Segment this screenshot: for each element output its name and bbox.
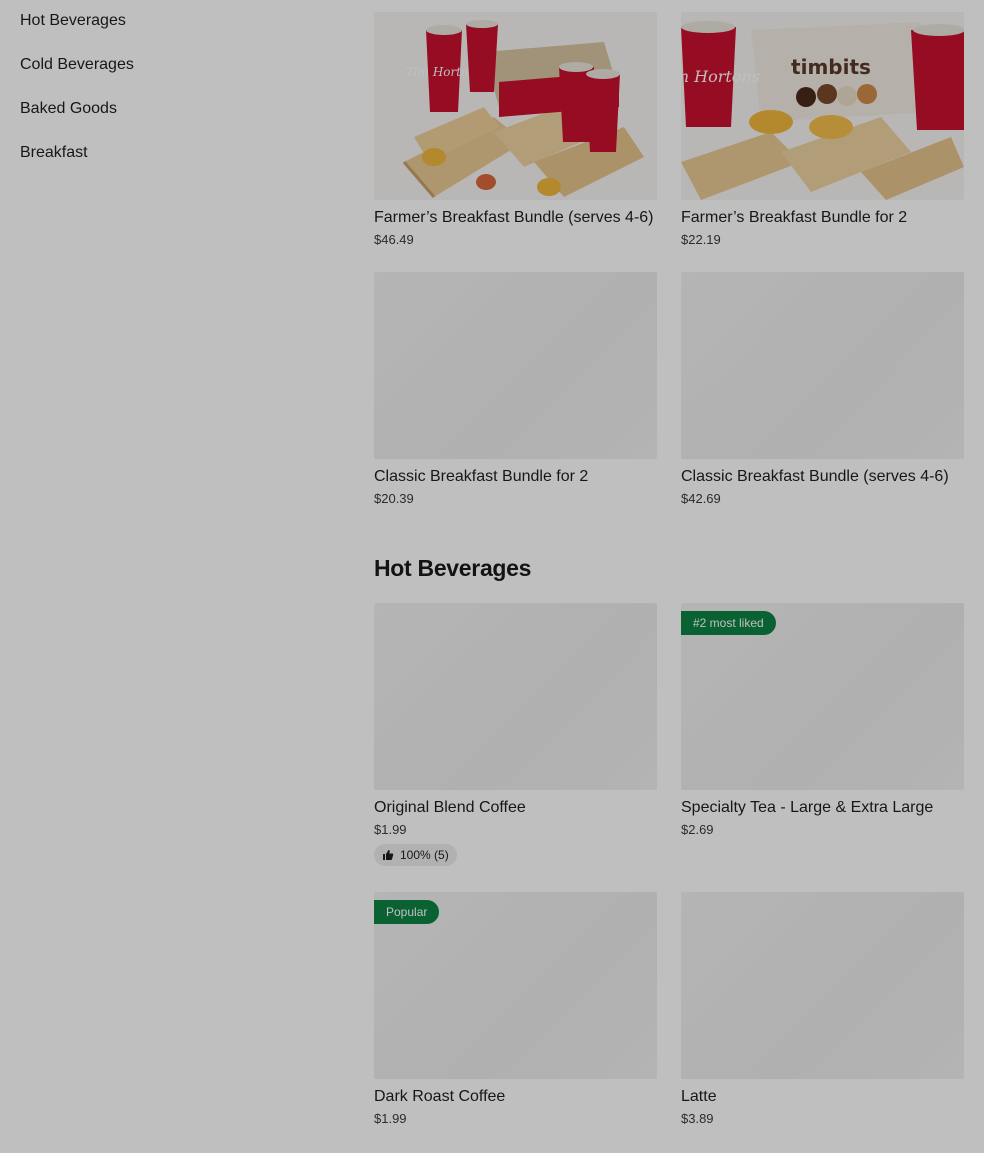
category-sidebar: Hot Beverages Cold Beverages Baked Goods… <box>0 0 340 176</box>
item-name: Classic Breakfast Bundle (serves 4-6) <box>681 468 949 485</box>
section-title: Hot Beverages <box>374 555 532 581</box>
rating-text: 100% (5) <box>400 848 449 862</box>
item-name: Farmer’s Breakfast Bundle for 2 <box>681 209 908 226</box>
item-price: $3.89 <box>681 1111 714 1126</box>
item-price: $1.99 <box>374 822 407 837</box>
item-name: Farmer’s Breakfast Bundle (serves 4-6) <box>374 209 654 226</box>
menu-item-card[interactable]: timbits Tim Hortons <box>681 12 964 248</box>
menu-item-card[interactable]: Original Blend Coffee $1.99 100% (5) <box>374 603 657 866</box>
sidebar-item-cold-beverages[interactable]: Cold Beverages <box>0 44 340 88</box>
item-price: $1.99 <box>374 1111 407 1126</box>
most-liked-badge: #2 most liked <box>681 611 776 635</box>
rating-pill: 100% (5) <box>374 844 457 866</box>
thumbs-up-icon <box>383 850 394 860</box>
menu-item-card[interactable]: #2 most liked Specialty Tea - Large & Ex… <box>681 603 964 866</box>
hot-beverages-grid: Original Blend Coffee $1.99 100% (5) #2 … <box>374 603 964 1127</box>
item-image: timbits Tim Hortons <box>681 12 964 200</box>
sidebar-item-hot-beverages[interactable]: Hot Beverages <box>0 0 340 44</box>
sidebar-item-baked-goods[interactable]: Baked Goods <box>0 88 340 132</box>
menu-item-card[interactable]: Classic Breakfast Bundle for 2 $20.39 <box>374 272 657 507</box>
menu-content: Tim Hortons Farmer’s Breakfast Bundle (s… <box>374 0 964 1127</box>
item-image-placeholder <box>374 603 657 790</box>
item-name: Original Blend Coffee <box>374 799 526 816</box>
item-name: Latte <box>681 1088 717 1105</box>
sidebar-item-breakfast[interactable]: Breakfast <box>0 132 340 176</box>
bundle-grid: Tim Hortons Farmer’s Breakfast Bundle (s… <box>374 12 964 507</box>
menu-item-card[interactable]: Latte $3.89 <box>681 892 964 1127</box>
item-name: Specialty Tea - Large & Extra Large <box>681 799 934 816</box>
popular-badge: Popular <box>374 900 440 924</box>
item-image-placeholder <box>374 272 657 459</box>
item-price: $2.69 <box>681 822 714 837</box>
item-image-placeholder <box>681 892 964 1079</box>
item-price: $20.39 <box>374 491 414 506</box>
menu-item-card[interactable]: Popular Dark Roast Coffee $1.99 <box>374 892 657 1127</box>
item-name: Dark Roast Coffee <box>374 1088 506 1105</box>
item-price: $46.49 <box>374 232 414 247</box>
item-image: Tim Hortons <box>374 12 657 200</box>
breakfast-bundle-photo: Tim Hortons <box>374 12 657 200</box>
cup-logo-text: Tim Hortons <box>681 67 760 86</box>
item-image-placeholder: #2 most liked <box>681 603 964 790</box>
menu-item-card[interactable]: Classic Breakfast Bundle (serves 4-6) $4… <box>681 272 964 507</box>
item-price: $42.69 <box>681 491 721 506</box>
menu-item-card[interactable]: Tim Hortons Farmer’s Breakfast Bundle (s… <box>374 12 657 248</box>
item-image-placeholder <box>681 272 964 459</box>
breakfast-bundle-photo: timbits Tim Hortons <box>681 12 964 200</box>
item-image-placeholder: Popular <box>374 892 657 1079</box>
item-name: Classic Breakfast Bundle for 2 <box>374 468 589 485</box>
box-logo-text: timbits <box>791 55 871 79</box>
item-price: $22.19 <box>681 232 721 247</box>
